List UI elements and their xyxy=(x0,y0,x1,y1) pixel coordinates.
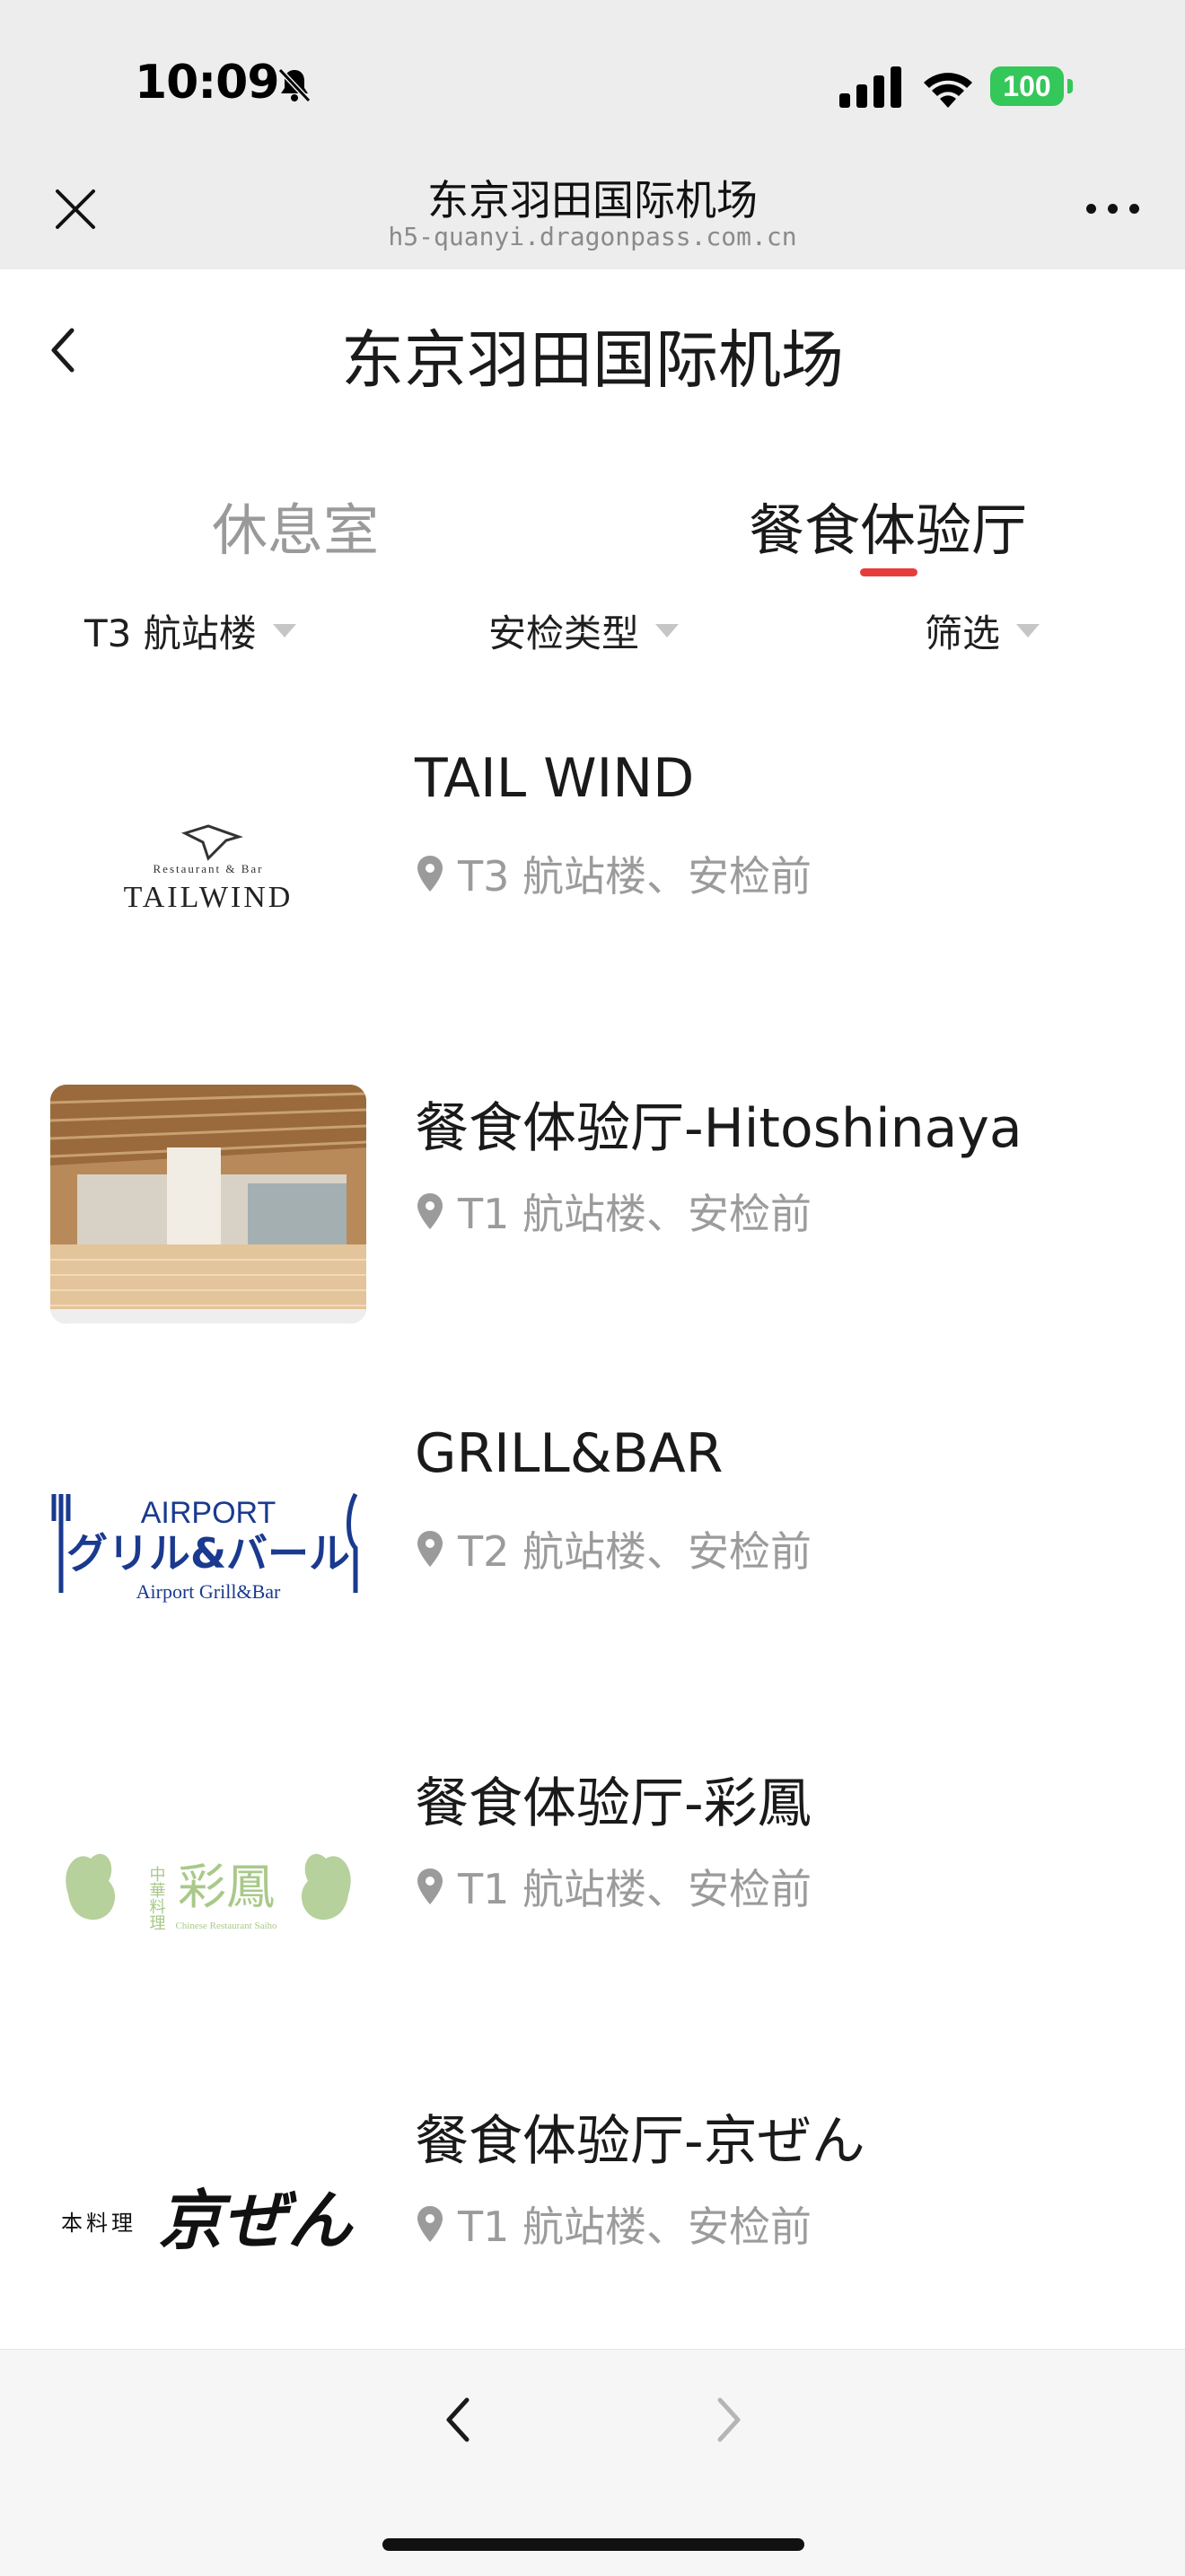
restaurant-name: 餐食体验厅-Hitoshinaya xyxy=(415,1097,1023,1160)
restaurant-logo: Restaurant & Bar TAILWIND xyxy=(50,736,366,975)
list-item[interactable]: 餐食体验厅-Hitoshinaya T1 航站楼、安检前 xyxy=(0,1038,1185,1376)
restaurant-location: T3 航站楼、安检前 xyxy=(415,844,812,903)
location-text: T2 航站楼、安检前 xyxy=(458,1527,812,1576)
restaurant-logo: AIRPORT グリル&バール Airport Grill&Bar xyxy=(50,1422,366,1661)
more-icon[interactable] xyxy=(1086,204,1140,222)
restaurant-location: T1 航站楼、安检前 xyxy=(415,2194,812,2254)
location-pin-icon xyxy=(417,1193,443,1229)
restaurant-logo: 本料理 京ぜん xyxy=(50,2097,366,2336)
logo-brand: TAILWIND xyxy=(124,881,294,914)
list-item[interactable]: 中華料理 彩鳳 Chinese Restaurant Saiho 餐食体验厅-彩… xyxy=(0,1713,1185,2051)
filter-security-type-label: 安检类型 xyxy=(488,611,640,655)
wifi-icon xyxy=(924,73,972,108)
restaurant-name: 餐食体验厅-京ぜん xyxy=(415,2110,865,2173)
logo-brand: グリル&バール xyxy=(66,1529,350,1578)
location-text: T1 航站楼、安检前 xyxy=(458,2202,812,2251)
battery-icon: 100 xyxy=(990,66,1073,106)
browser-title: 东京羽田国际机场 xyxy=(427,176,758,224)
caret-down-icon xyxy=(272,624,296,637)
location-pin-icon xyxy=(417,2206,443,2242)
filter-more-label: 筛选 xyxy=(925,611,1001,655)
status-time: 10:09 xyxy=(135,56,280,110)
restaurant-name: 餐食体验厅-彩鳳 xyxy=(415,1772,812,1835)
logo-brand: 彩鳳 xyxy=(178,1859,275,1915)
logo-side: 中華料理 xyxy=(147,1866,166,1930)
tab-lounge[interactable]: 休息室 xyxy=(212,485,379,566)
browser-toolbar xyxy=(0,2349,1185,2576)
home-indicator[interactable] xyxy=(382,2538,804,2551)
back-icon[interactable] xyxy=(438,2391,478,2449)
restaurant-name: GRILL&BAR xyxy=(415,1422,724,1485)
browser-url: h5-quanyi.dragonpass.com.cn xyxy=(388,222,797,251)
filter-terminal[interactable]: T3 航站楼 xyxy=(84,603,296,658)
filter-security-type[interactable]: 安检类型 xyxy=(488,603,680,658)
browser-header: 东京羽田国际机场 h5-quanyi.dragonpass.com.cn xyxy=(0,157,1185,269)
caret-down-icon xyxy=(1016,624,1040,637)
restaurant-location: T1 航站楼、安检前 xyxy=(415,1182,812,1241)
filter-terminal-label: T3 航站楼 xyxy=(84,611,257,655)
restaurant-location: T1 航站楼、安检前 xyxy=(415,1857,812,1916)
forward-icon[interactable] xyxy=(709,2391,749,2449)
logo-sub: Chinese Restaurant Saiho xyxy=(175,1921,277,1931)
cellular-signal-icon xyxy=(839,66,901,108)
restaurant-name: TAIL WIND xyxy=(415,747,695,810)
restaurant-location: T2 航站楼、安检前 xyxy=(415,1519,812,1578)
logo-tagline: Restaurant & Bar xyxy=(154,862,264,875)
logo-brand: 京ぜん xyxy=(158,2182,354,2258)
location-pin-icon xyxy=(417,856,443,892)
location-text: T1 航站楼、安检前 xyxy=(458,1865,812,1913)
location-pin-icon xyxy=(417,1531,443,1567)
filter-more[interactable]: 筛选 xyxy=(925,603,1040,658)
logo-sub: Airport Grill&Bar xyxy=(136,1580,281,1603)
list-item[interactable]: Restaurant & Bar TAILWIND TAIL WIND T3 航… xyxy=(0,700,1185,1038)
status-bar: 10:09 100 xyxy=(0,0,1185,157)
restaurant-photo xyxy=(50,1085,366,1323)
caret-down-icon xyxy=(655,624,680,637)
list-item[interactable]: AIRPORT グリル&バール Airport Grill&Bar GRILL&… xyxy=(0,1376,1185,1713)
restaurant-logo: 中華料理 彩鳳 Chinese Restaurant Saiho xyxy=(50,1760,366,1999)
list-item[interactable]: 本料理 京ぜん 餐食体验厅-京ぜん T1 航站楼、安检前 xyxy=(0,2051,1185,2388)
location-text: T1 航站楼、安检前 xyxy=(458,1190,812,1238)
bell-slash-icon xyxy=(277,67,312,103)
battery-level: 100 xyxy=(990,66,1064,106)
tab-dining[interactable]: 餐食体验厅 xyxy=(749,485,1027,566)
logo-side: 本料理 xyxy=(61,2211,136,2236)
location-pin-icon xyxy=(417,1868,443,1904)
active-tab-indicator xyxy=(860,568,917,576)
logo-tagline: AIRPORT xyxy=(141,1496,276,1530)
page-title: 东京羽田国际机场 xyxy=(341,323,844,397)
location-text: T3 航站楼、安检前 xyxy=(458,852,812,901)
